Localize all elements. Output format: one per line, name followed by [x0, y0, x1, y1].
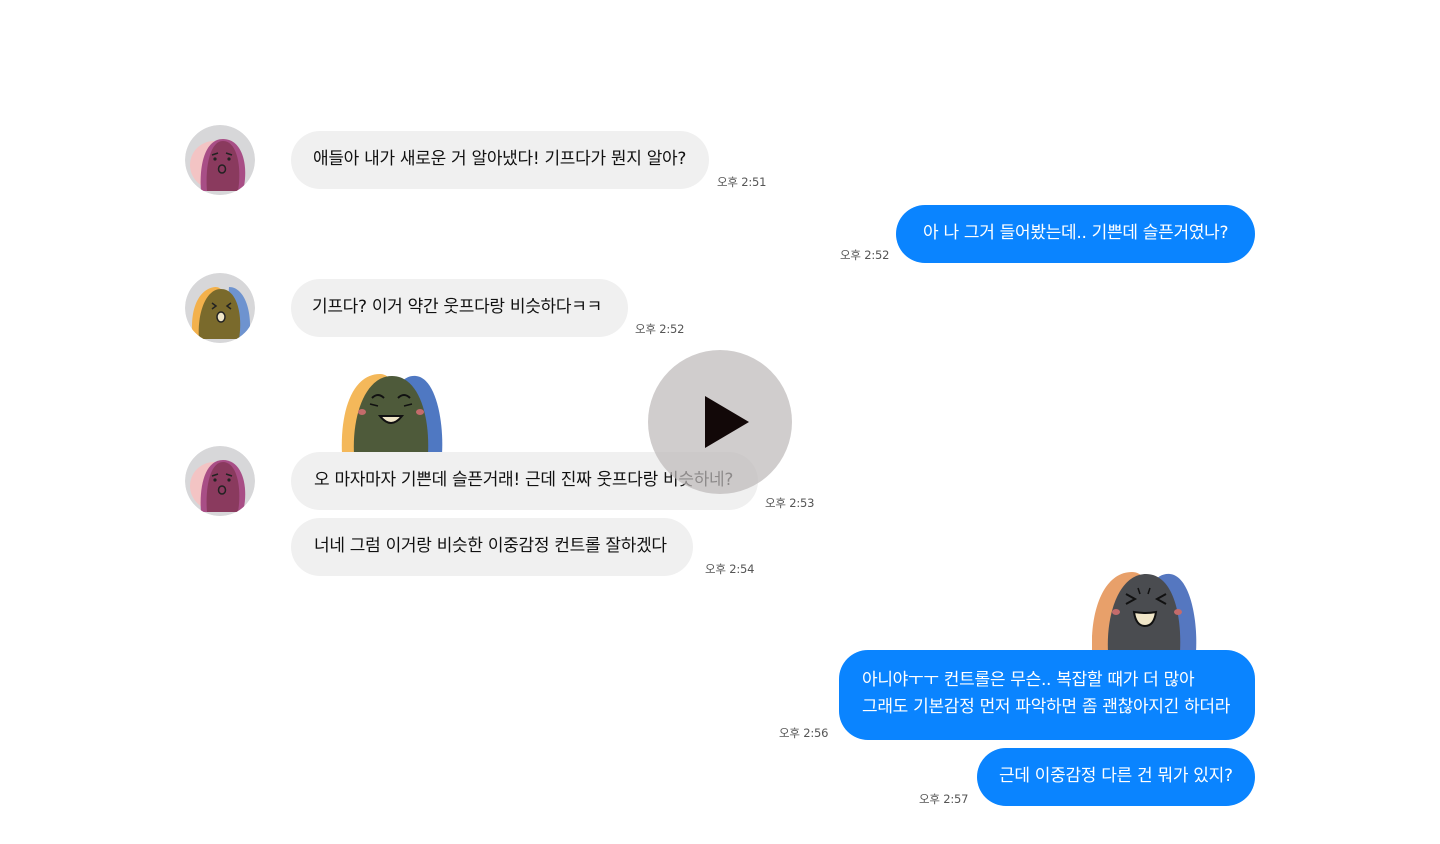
- timestamp-4: 오후 2:53: [765, 496, 815, 510]
- message-bubble-7[interactable]: 근데 이중감정 다른 건 뭐가 있지?: [977, 748, 1255, 806]
- message-text-7: 근데 이중감정 다른 건 뭐가 있지?: [999, 766, 1233, 786]
- timestamp-5: 오후 2:54: [705, 562, 755, 576]
- laughing-green-character-sticker-icon: [341, 374, 443, 454]
- message-bubble-6[interactable]: 아니야ㅜㅜ 컨트롤은 무슨.. 복잡할 때가 더 많아 그래도 기본감정 먼저 …: [839, 650, 1255, 740]
- sticker[interactable]: [340, 372, 444, 458]
- avatar[interactable]: [185, 273, 255, 343]
- message-text-5: 너네 그럼 이거랑 비슷한 이중감정 컨트롤 잘하겠다: [314, 536, 667, 556]
- message-bubble-3[interactable]: 기프다? 이거 약간 웃프다랑 비슷하다ㅋㅋ: [291, 279, 628, 337]
- olive-character-avatar-icon: [185, 273, 255, 343]
- play-button[interactable]: [648, 350, 792, 494]
- play-icon: [705, 396, 749, 448]
- message-text-2: 아 나 그거 들어봤는데.. 기쁜데 슬픈거였나?: [923, 223, 1229, 243]
- timestamp-7: 오후 2:57: [919, 792, 969, 806]
- timestamp-2: 오후 2:52: [840, 248, 890, 262]
- timestamp-1: 오후 2:51: [717, 175, 767, 189]
- message-bubble-2[interactable]: 아 나 그거 들어봤는데.. 기쁜데 슬픈거였나?: [896, 205, 1255, 263]
- timestamp-3: 오후 2:52: [635, 322, 685, 336]
- message-bubble-5[interactable]: 너네 그럼 이거랑 비슷한 이중감정 컨트롤 잘하겠다: [291, 518, 693, 576]
- message-text-6-line-2: 그래도 기본감정 먼저 파악하면 좀 괜찮아지긴 하더라: [862, 697, 1231, 717]
- purple-character-avatar-icon: [185, 446, 255, 516]
- squinting-gray-character-sticker-icon: [1091, 572, 1197, 652]
- avatar[interactable]: [185, 446, 255, 516]
- message-text-6-line-1: 아니야ㅜㅜ 컨트롤은 무슨.. 복잡할 때가 더 많아: [862, 670, 1195, 690]
- sticker[interactable]: [1091, 570, 1198, 656]
- message-text-3: 기프다? 이거 약간 웃프다랑 비슷하다ㅋㅋ: [312, 297, 602, 317]
- avatar[interactable]: [185, 125, 255, 195]
- message-bubble-1[interactable]: 애들아 내가 새로운 거 알아냈다! 기프다가 뭔지 알아?: [291, 131, 709, 189]
- message-text-1: 애들아 내가 새로운 거 알아냈다! 기프다가 뭔지 알아?: [313, 149, 687, 169]
- timestamp-6: 오후 2:56: [779, 726, 829, 740]
- purple-character-avatar-icon: [185, 125, 255, 195]
